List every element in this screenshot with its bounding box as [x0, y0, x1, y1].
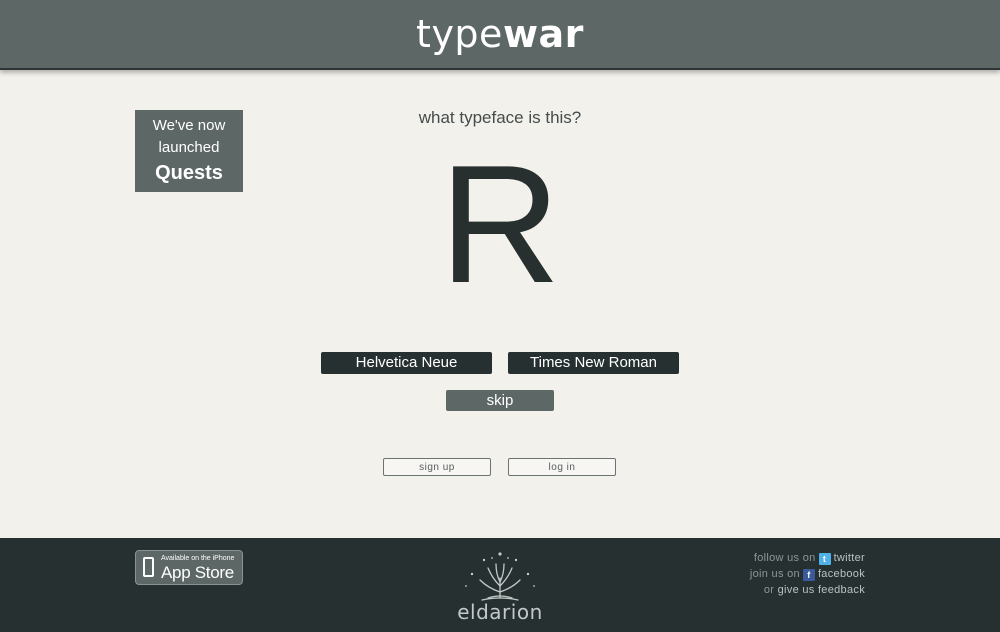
quiz-question: what typeface is this? [418, 108, 582, 127]
typeface-sample-glyph: R [439, 130, 561, 318]
iphone-icon [143, 557, 154, 577]
header-bar: typewar [0, 0, 1000, 70]
facebook-row: join us on f facebook [750, 566, 865, 582]
appstore-small-text: Available on the iPhone [161, 555, 235, 562]
appstore-big-text: App Store [161, 563, 234, 582]
facebook-link[interactable]: facebook [818, 568, 865, 580]
sign-up-button[interactable]: sign up [383, 458, 491, 476]
social-links: follow us on t twitter join us on f facebook… [750, 550, 865, 598]
join-prefix: join us on [749, 568, 800, 580]
site-logo[interactable]: typewar [0, 12, 1000, 56]
feedback-link[interactable]: give us feedback [778, 584, 865, 596]
skip-button[interactable]: skip [446, 390, 554, 411]
logo-light: type [416, 12, 503, 56]
footer-bar: Available on the iPhone App Store eldari… [0, 538, 1000, 632]
feedback-row: or give us feedback [750, 582, 865, 598]
or-prefix: or [763, 584, 775, 596]
facebook-icon[interactable]: f [802, 569, 815, 581]
choice-button-1[interactable]: Helvetica Neue [321, 352, 492, 374]
logo-bold: war [502, 12, 584, 56]
twitter-link[interactable]: twitter [834, 552, 865, 564]
tree-icon [465, 552, 535, 601]
twitter-row: follow us on t twitter [750, 550, 865, 566]
follow-prefix: follow us on [753, 552, 816, 564]
brand-name: eldarion [457, 600, 543, 624]
choice-button-2[interactable]: Times New Roman [508, 352, 679, 374]
log-in-button[interactable]: log in [508, 458, 616, 476]
twitter-icon[interactable]: t [818, 553, 831, 565]
eldarion-logo[interactable]: eldarion [448, 548, 552, 624]
app-store-badge[interactable]: Available on the iPhone App Store [135, 550, 243, 585]
